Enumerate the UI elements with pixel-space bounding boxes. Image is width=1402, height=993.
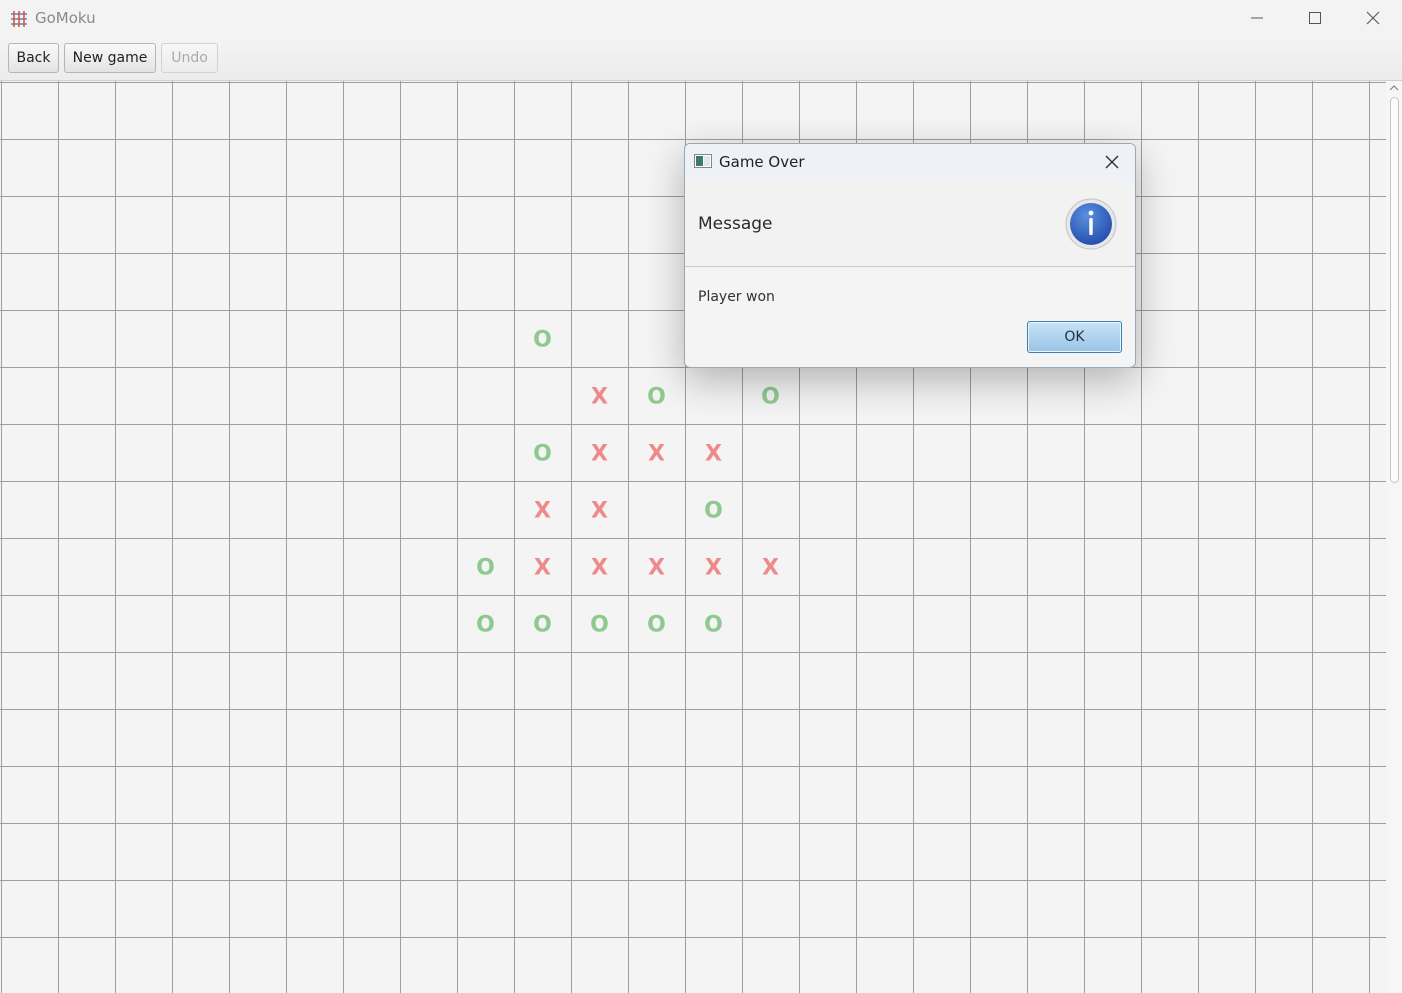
maximize-button[interactable] (1286, 0, 1344, 36)
vertical-scrollbar[interactable] (1386, 81, 1402, 993)
piece-x: X (705, 442, 722, 467)
dialog-window-icon (694, 154, 712, 168)
piece-x: X (648, 556, 665, 581)
close-window-button[interactable] (1344, 0, 1402, 36)
piece-x: X (762, 556, 779, 581)
piece-o: O (704, 499, 723, 524)
piece-x: X (648, 442, 665, 467)
toolbar: Back New game Undo (0, 36, 1402, 81)
piece-o: O (647, 613, 666, 638)
back-button[interactable]: Back (8, 43, 59, 73)
dialog-close-icon[interactable] (1103, 153, 1121, 171)
maximize-icon (1309, 12, 1321, 24)
close-icon (1366, 11, 1380, 25)
info-icon (1065, 198, 1117, 250)
piece-o: O (533, 442, 552, 467)
piece-o: O (533, 328, 552, 353)
title-bar: GoMoku (0, 0, 1402, 36)
ok-button[interactable]: OK (1027, 321, 1122, 353)
piece-x: X (534, 499, 551, 524)
piece-x: X (591, 385, 608, 410)
scrollbar-thumb[interactable] (1390, 97, 1399, 483)
dialog-header-text: Message (698, 214, 773, 234)
game-over-dialog: Game Over Message Player won OK (684, 143, 1136, 368)
piece-x: X (591, 499, 608, 524)
piece-x: X (705, 556, 722, 581)
piece-o: O (590, 613, 609, 638)
minimize-icon (1251, 17, 1263, 19)
undo-button[interactable]: Undo (161, 43, 218, 73)
piece-o: O (704, 613, 723, 638)
dialog-title-bar: Game Over (685, 144, 1135, 180)
piece-o: O (533, 613, 552, 638)
window-title: GoMoku (35, 9, 96, 27)
minimize-button[interactable] (1228, 0, 1286, 36)
scroll-up-arrow-icon[interactable] (1389, 84, 1399, 92)
piece-o: O (761, 385, 780, 410)
new-game-button[interactable]: New game (64, 43, 156, 73)
piece-x: X (591, 442, 608, 467)
dialog-title: Game Over (719, 153, 805, 171)
piece-x: X (534, 556, 551, 581)
piece-o: O (476, 613, 495, 638)
piece-x: X (591, 556, 608, 581)
piece-o: O (647, 385, 666, 410)
piece-o: O (476, 556, 495, 581)
dialog-header: Message (685, 180, 1135, 267)
gomoku-app-icon (11, 11, 27, 27)
dialog-message: Player won (698, 289, 775, 305)
